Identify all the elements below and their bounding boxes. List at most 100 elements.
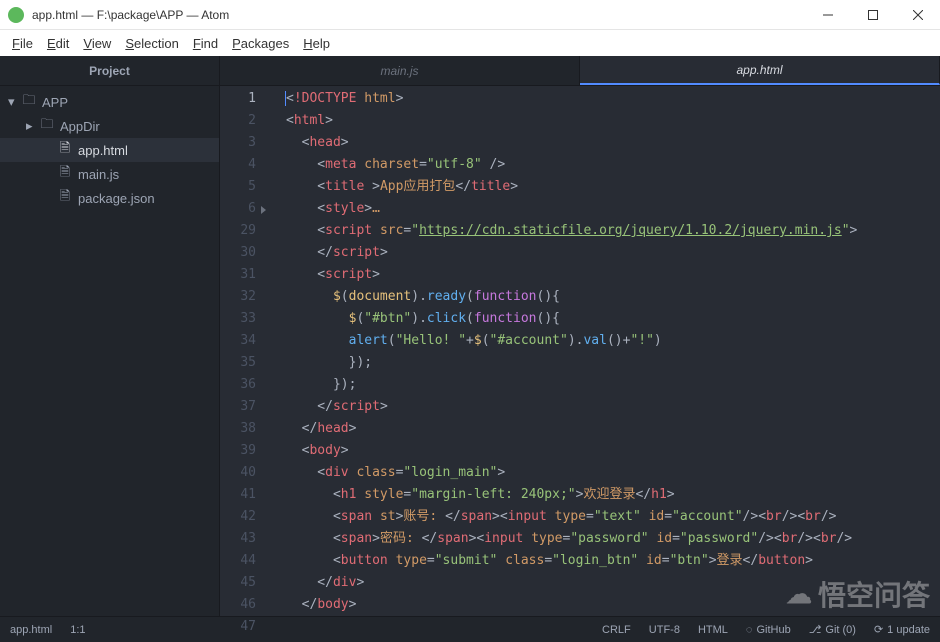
folder-icon: 🗀 xyxy=(40,115,54,137)
line-number[interactable]: 3 xyxy=(220,132,256,154)
file-tree[interactable]: ▾ 🗀 APP ▸ 🗀 AppDir 🗎 app.html 🗎 main.js 🗎 package.j… xyxy=(0,86,219,616)
line-number[interactable]: 39 xyxy=(220,440,256,462)
tree-root[interactable]: ▾ 🗀 APP xyxy=(0,90,219,114)
line-number[interactable]: 6 xyxy=(220,198,256,220)
code-line[interactable]: <h1 style="margin-left: 240px;">欢迎登录</h1… xyxy=(286,484,940,506)
tree-item-label: app.html xyxy=(78,143,128,158)
line-number[interactable]: 1 xyxy=(220,88,256,110)
code-line[interactable]: <html> xyxy=(286,110,940,132)
tree-item-app-html[interactable]: 🗎 app.html xyxy=(0,138,219,162)
tab-app-html[interactable]: app.html xyxy=(580,56,940,85)
window-titlebar: app.html — F:\package\APP — Atom xyxy=(0,0,940,30)
code-line[interactable]: $("#btn").click(function(){ xyxy=(286,308,940,330)
chevron-right-icon: ▸ xyxy=(26,118,34,134)
sidebar-header: Project xyxy=(0,56,219,86)
status-github[interactable]: ◌GitHub xyxy=(746,624,791,636)
code-line[interactable]: <script> xyxy=(286,264,940,286)
tree-item-label: APP xyxy=(42,95,68,110)
tree-item-AppDir[interactable]: ▸ 🗀 AppDir xyxy=(0,114,219,138)
line-number[interactable]: 5 xyxy=(220,176,256,198)
line-number[interactable]: 36 xyxy=(220,374,256,396)
update-icon: ⟳ xyxy=(874,623,883,636)
git-branch-icon: ⎇ xyxy=(809,623,822,636)
close-button[interactable] xyxy=(895,0,940,29)
code-area[interactable]: <!DOCTYPE html><html> <head> <meta chars… xyxy=(268,86,940,616)
line-number[interactable]: 37 xyxy=(220,396,256,418)
line-number[interactable]: 33 xyxy=(220,308,256,330)
line-number[interactable]: 2 xyxy=(220,110,256,132)
status-eol[interactable]: CRLF xyxy=(602,624,631,636)
window-title: app.html — F:\package\APP — Atom xyxy=(32,8,805,22)
line-number[interactable]: 47 xyxy=(220,616,256,638)
code-editor[interactable]: 1234562930313233343536373839404142434445… xyxy=(220,86,940,616)
minimize-button[interactable] xyxy=(805,0,850,29)
code-line[interactable]: <meta charset="utf-8" /> xyxy=(286,154,940,176)
code-line[interactable]: }); xyxy=(286,352,940,374)
line-number[interactable]: 45 xyxy=(220,572,256,594)
line-number[interactable]: 46 xyxy=(220,594,256,616)
line-number[interactable]: 42 xyxy=(220,506,256,528)
tree-item-label: main.js xyxy=(78,167,119,182)
menu-packages[interactable]: Packages xyxy=(226,34,295,53)
menu-selection[interactable]: Selection xyxy=(119,34,184,53)
tree-item-package-json[interactable]: 🗎 package.json xyxy=(0,186,219,210)
tab-main-js[interactable]: main.js xyxy=(220,56,580,85)
status-encoding[interactable]: UTF-8 xyxy=(649,624,680,636)
menu-find[interactable]: Find xyxy=(187,34,224,53)
code-line[interactable]: </div> xyxy=(286,572,940,594)
code-line[interactable]: $(document).ready(function(){ xyxy=(286,286,940,308)
status-language[interactable]: HTML xyxy=(698,624,728,636)
line-number[interactable]: 38 xyxy=(220,418,256,440)
line-number[interactable]: 40 xyxy=(220,462,256,484)
tree-item-label: package.json xyxy=(78,191,155,206)
menu-bar: FileEditViewSelectionFindPackagesHelp xyxy=(0,30,940,56)
line-number[interactable]: 43 xyxy=(220,528,256,550)
line-number-gutter: 1234562930313233343536373839404142434445… xyxy=(220,86,268,616)
status-update[interactable]: ⟳1 update xyxy=(874,623,930,636)
menu-edit[interactable]: Edit xyxy=(41,34,75,53)
code-line[interactable]: </script> xyxy=(286,242,940,264)
status-git[interactable]: ⎇Git (0) xyxy=(809,623,856,636)
file-icon: 🗎 xyxy=(58,187,72,209)
code-line[interactable]: <button type="submit" class="login_btn" … xyxy=(286,550,940,572)
code-line[interactable]: <head> xyxy=(286,132,940,154)
code-line[interactable]: </script> xyxy=(286,396,940,418)
file-icon: 🗎 xyxy=(58,163,72,185)
atom-app-icon xyxy=(8,7,24,23)
code-line[interactable]: <style>… xyxy=(286,198,940,220)
status-bar: app.html 1:1 CRLF UTF-8 HTML ◌GitHub ⎇Gi… xyxy=(0,616,940,642)
status-file[interactable]: app.html xyxy=(10,624,52,636)
project-sidebar: Project ▾ 🗀 APP ▸ 🗀 AppDir 🗎 app.html 🗎 main.js 🗎 p… xyxy=(0,56,220,616)
menu-file[interactable]: File xyxy=(6,34,39,53)
code-line[interactable]: </head> xyxy=(286,418,940,440)
tab-label: main.js xyxy=(380,64,418,78)
code-line[interactable]: <!DOCTYPE html> xyxy=(286,88,940,110)
code-line[interactable]: <title >App应用打包</title> xyxy=(286,176,940,198)
code-line[interactable]: </body> xyxy=(286,594,940,616)
code-line[interactable]: <span st>账号: </span><input type="text" i… xyxy=(286,506,940,528)
line-number[interactable]: 34 xyxy=(220,330,256,352)
chevron-down-icon: ▾ xyxy=(8,94,16,110)
code-line[interactable]: <script src="https://cdn.staticfile.org/… xyxy=(286,220,940,242)
line-number[interactable]: 41 xyxy=(220,484,256,506)
maximize-button[interactable] xyxy=(850,0,895,29)
line-number[interactable]: 29 xyxy=(220,220,256,242)
code-line[interactable]: <span>密码: </span><input type="password" … xyxy=(286,528,940,550)
code-line[interactable]: <body> xyxy=(286,440,940,462)
line-number[interactable]: 4 xyxy=(220,154,256,176)
line-number[interactable]: 44 xyxy=(220,550,256,572)
line-number[interactable]: 31 xyxy=(220,264,256,286)
code-line[interactable]: alert("Hello! "+$("#account").val()+"!") xyxy=(286,330,940,352)
tree-item-main-js[interactable]: 🗎 main.js xyxy=(0,162,219,186)
line-number[interactable]: 35 xyxy=(220,352,256,374)
line-number[interactable]: 30 xyxy=(220,242,256,264)
menu-view[interactable]: View xyxy=(77,34,117,53)
folder-icon: 🗀 xyxy=(22,91,36,113)
tree-item-label: AppDir xyxy=(60,119,100,134)
file-icon: 🗎 xyxy=(58,139,72,161)
status-cursor-position[interactable]: 1:1 xyxy=(70,624,85,636)
line-number[interactable]: 32 xyxy=(220,286,256,308)
code-line[interactable]: }); xyxy=(286,374,940,396)
menu-help[interactable]: Help xyxy=(297,34,336,53)
code-line[interactable]: <div class="login_main"> xyxy=(286,462,940,484)
